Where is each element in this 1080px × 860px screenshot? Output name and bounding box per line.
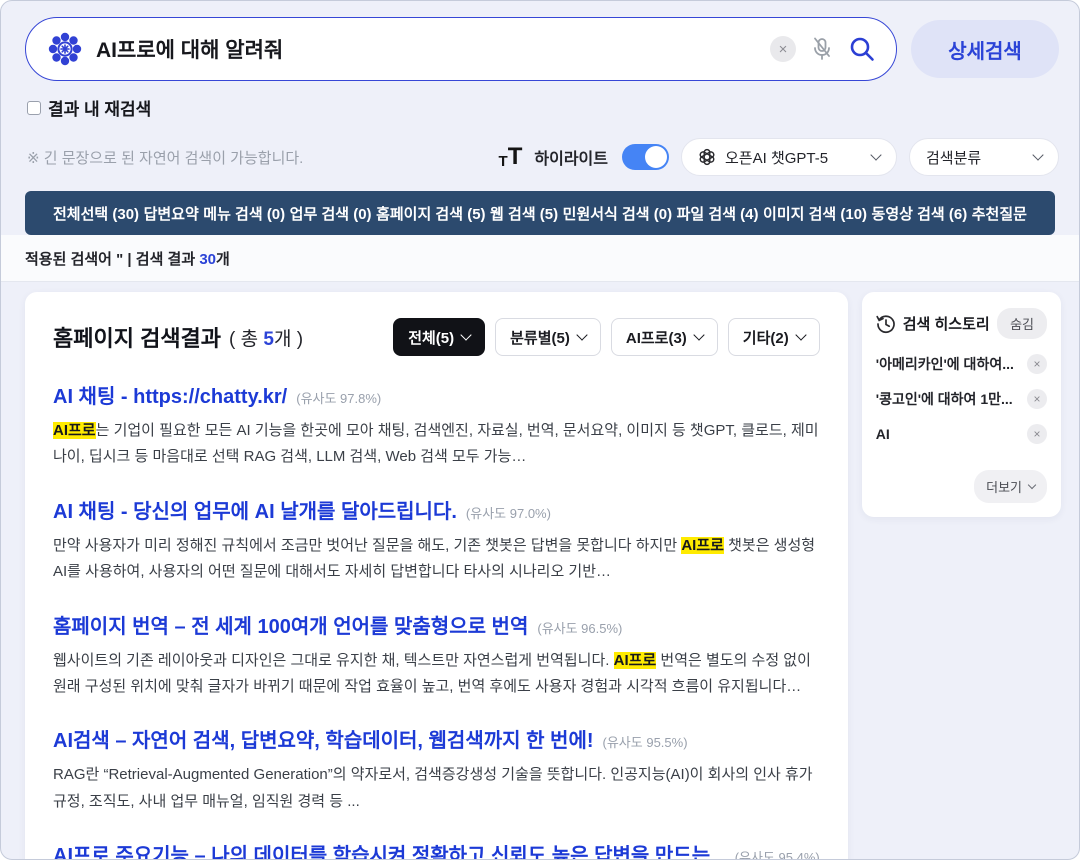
result-description: RAG란 “Retrieval-Augmented Generation”의 약… xyxy=(53,762,820,815)
category-dropdown-value: 검색분류 xyxy=(926,147,1025,168)
search-history-card: 검색 히스토리 숨김 '아메리카인'에 대하여... × '콩고인'에 대하여 … xyxy=(862,292,1061,517)
mic-muted-icon[interactable] xyxy=(810,36,834,62)
tab-video-search[interactable]: 동영상 검색 (6) xyxy=(872,203,968,224)
search-result: AI프로 주요기능 – 나의 데이터를 학습시켜 정확하고 신뢰도 높은 답변을… xyxy=(53,839,820,860)
model-dropdown-value: 오픈AI 챗GPT-5 xyxy=(725,147,863,168)
more-history-button[interactable]: 더보기 xyxy=(974,470,1047,503)
ai-flower-icon xyxy=(48,32,82,66)
tab-menu-search[interactable]: 메뉴 검색 (0) xyxy=(203,203,285,224)
chevron-down-icon xyxy=(870,149,881,160)
chevron-down-icon xyxy=(1032,149,1043,160)
clear-search-icon[interactable]: × xyxy=(770,36,796,62)
filter-by-category-button[interactable]: 분류별(5) xyxy=(495,318,601,356)
tab-web-search[interactable]: 웹 검색 (5) xyxy=(490,203,558,224)
filter-aipro-button[interactable]: AI프로(3) xyxy=(611,318,718,356)
applied-search-strip: 적용된 검색어 " | 검색 결과 30개 xyxy=(1,235,1079,282)
toggle-knob xyxy=(645,146,667,168)
detail-search-button[interactable]: 상세검색 xyxy=(911,20,1059,78)
homepage-results-card: 홈페이지 검색결과 ( 총 5개 ) 전체(5) 분류별(5) AI프로(3) xyxy=(25,292,848,860)
applied-search-text: 적용된 검색어 " | 검색 결과 30개 xyxy=(25,251,230,268)
similarity-score: (유사도 95.4%) xyxy=(735,847,820,860)
history-item-text[interactable]: '콩고인'에 대하여 1만... xyxy=(876,389,1013,409)
search-row: × 상세검색 xyxy=(1,1,1079,81)
result-description: 웹사이트의 기존 레이아웃과 디자인은 그대로 유지한 채, 텍스트만 자연스럽… xyxy=(53,648,820,701)
search-icon[interactable] xyxy=(848,35,876,63)
results-card-count: ( 총 5개 ) xyxy=(229,324,303,351)
research-label: 결과 내 재검색 xyxy=(48,95,151,120)
search-result: AI 채팅 - https://chatty.kr/ (유사도 97.8%) A… xyxy=(53,380,820,471)
remove-history-icon[interactable]: × xyxy=(1027,354,1047,374)
highlight-label: 하이라이트 xyxy=(534,145,608,169)
result-count: 30 xyxy=(199,251,216,268)
results-card-header: 홈페이지 검색결과 ( 총 5개 ) 전체(5) 분류별(5) AI프로(3) xyxy=(53,318,820,356)
search-result: AI검색 – 자연어 검색, 답변요약, 학습데이터, 웹검색까지 한 번에! … xyxy=(53,724,820,815)
tab-homepage-search[interactable]: 홈페이지 검색 (5) xyxy=(376,203,485,224)
history-item: '아메리카인'에 대하여... × xyxy=(876,354,1047,374)
tab-civil-form-search[interactable]: 민원서식 검색 (0) xyxy=(563,203,672,224)
filter-buttons: 전체(5) 분류별(5) AI프로(3) 기타(2) xyxy=(393,318,820,356)
history-header: 검색 히스토리 숨김 xyxy=(876,308,1047,339)
remove-history-icon[interactable]: × xyxy=(1027,389,1047,409)
similarity-score: (유사도 95.5%) xyxy=(603,732,688,751)
chevron-down-icon xyxy=(795,329,806,340)
chevron-down-icon xyxy=(576,329,587,340)
search-bar[interactable]: × xyxy=(25,17,897,81)
history-item: '콩고인'에 대하여 1만... × xyxy=(876,389,1047,409)
result-description: 만약 사용자가 미리 정해진 규칙에서 조금만 벗어난 질문을 해도, 기존 챗… xyxy=(53,533,820,586)
result-title-link[interactable]: AI 채팅 - 당신의 업무에 AI 날개를 달아드립니다. xyxy=(53,495,457,524)
results-card-title: 홈페이지 검색결과 xyxy=(53,321,221,353)
highlight-toggle[interactable] xyxy=(622,144,669,170)
similarity-score: (유사도 97.8%) xyxy=(296,388,381,407)
tab-work-search[interactable]: 업무 검색 (0) xyxy=(290,203,372,224)
search-input[interactable] xyxy=(96,37,756,61)
text-highlight-icon: TT xyxy=(499,145,523,169)
chevron-down-icon xyxy=(1028,481,1036,489)
history-clock-icon xyxy=(876,314,896,334)
tab-image-search[interactable]: 이미지 검색 (10) xyxy=(763,203,867,224)
highlighted-term: AI프로 xyxy=(614,652,657,669)
result-title-link[interactable]: AI 채팅 - https://chatty.kr/ xyxy=(53,380,287,409)
remove-history-icon[interactable]: × xyxy=(1027,424,1047,444)
similarity-score: (유사도 97.0%) xyxy=(466,503,551,522)
result-description: AI프로는 기업이 필요한 모든 AI 기능을 한곳에 모아 채팅, 검색엔진,… xyxy=(53,418,820,471)
tab-answer-summary[interactable]: 답변요약 xyxy=(144,203,199,224)
model-dropdown[interactable]: 오픈AI 챗GPT-5 xyxy=(681,138,897,176)
content-area: 홈페이지 검색결과 ( 총 5개 ) 전체(5) 분류별(5) AI프로(3) xyxy=(1,282,1079,860)
filter-etc-button[interactable]: 기타(2) xyxy=(728,318,820,356)
search-result: AI 채팅 - 당신의 업무에 AI 날개를 달아드립니다. (유사도 97.0… xyxy=(53,495,820,586)
history-item-text[interactable]: '아메리카인'에 대하여... xyxy=(876,354,1014,374)
highlighted-term: AI프로 xyxy=(681,537,724,554)
result-title-link[interactable]: AI검색 – 자연어 검색, 답변요약, 학습데이터, 웹검색까지 한 번에! xyxy=(53,724,594,753)
hide-history-button[interactable]: 숨김 xyxy=(997,308,1047,339)
highlighted-term: AI프로 xyxy=(53,422,96,439)
tab-recommended-questions[interactable]: 추천질문 xyxy=(972,203,1027,224)
research-row: 결과 내 재검색 xyxy=(1,81,1079,120)
result-title-link[interactable]: AI프로 주요기능 – 나의 데이터를 학습시켜 정확하고 신뢰도 높은 답변을… xyxy=(53,839,726,860)
app-window: × 상세검색 결과 내 재검색 ※ 긴 문장으로 된 자 xyxy=(0,0,1080,860)
chevron-down-icon xyxy=(460,329,471,340)
research-checkbox[interactable] xyxy=(27,101,41,115)
options-row: ※ 긴 문장으로 된 자연어 검색이 가능합니다. TT 하이라이트 오픈AI … xyxy=(1,120,1079,176)
result-type-tabs: 전체선택 (30) 답변요약 메뉴 검색 (0) 업무 검색 (0) 홈페이지 … xyxy=(25,191,1055,235)
category-dropdown[interactable]: 검색분류 xyxy=(909,138,1059,176)
history-title: 검색 히스토리 xyxy=(903,313,990,334)
tab-file-search[interactable]: 파일 검색 (4) xyxy=(677,203,759,224)
result-title-link[interactable]: 홈페이지 번역 – 전 세계 100여개 언어를 맞춤형으로 번역 xyxy=(53,610,528,639)
chevron-down-icon xyxy=(693,329,704,340)
search-result: 홈페이지 번역 – 전 세계 100여개 언어를 맞춤형으로 번역 (유사도 9… xyxy=(53,610,820,701)
options-right: TT 하이라이트 오픈AI 챗GPT-5 검색분류 xyxy=(499,138,1059,176)
filter-all-button[interactable]: 전체(5) xyxy=(393,318,485,356)
similarity-score: (유사도 96.5%) xyxy=(537,618,622,637)
tab-select-all[interactable]: 전체선택 (30) xyxy=(53,203,139,224)
openai-logo-icon xyxy=(698,148,716,166)
history-item-text[interactable]: AI xyxy=(876,426,890,442)
search-hint-text: ※ 긴 문장으로 된 자연어 검색이 가능합니다. xyxy=(27,147,303,168)
history-item: AI × xyxy=(876,424,1047,444)
